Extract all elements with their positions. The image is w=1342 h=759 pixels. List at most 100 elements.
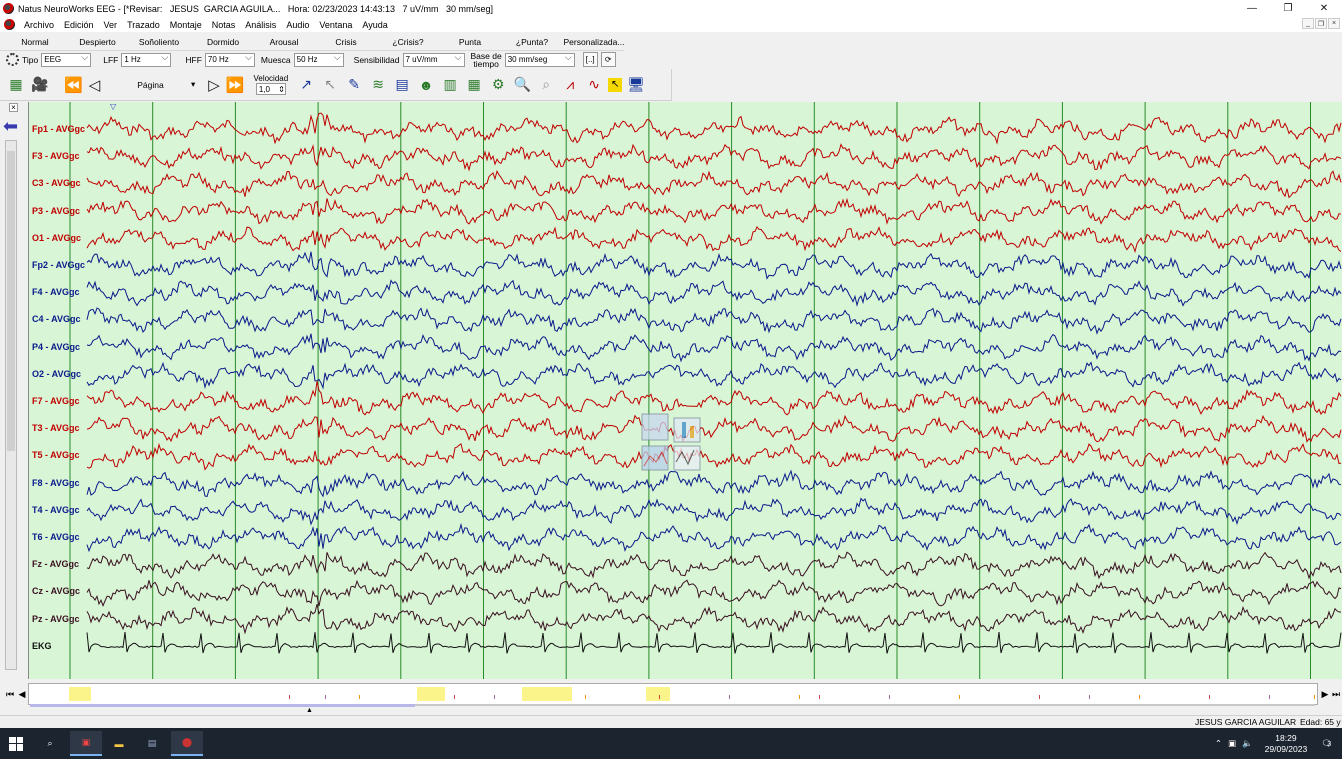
channel-label[interactable]: EKG [32,641,52,651]
volume-icon[interactable]: 🔈 [1242,738,1253,749]
minimize-button[interactable]: — [1234,0,1270,17]
menu-edicion[interactable]: Edición [59,20,99,30]
step-back-icon[interactable]: ◁ [89,76,101,94]
preset-sonoliento[interactable]: Soñoliento [125,34,193,50]
event-marker-icon[interactable]: ▽ [110,102,116,111]
settings-device-icon[interactable]: ⚙ [488,75,508,95]
channel-label[interactable]: O2 - AVGgc [32,369,81,379]
video-camera-icon[interactable]: 🎥 [30,75,50,95]
people-icon[interactable]: ☻ [416,75,436,95]
channel-label[interactable]: F7 - AVGgc [32,396,80,406]
menu-ver[interactable]: Ver [99,20,123,30]
file-explorer-icon[interactable]: ▬ [103,731,135,756]
timeline-event-tick[interactable] [819,695,820,699]
menu-ayuda[interactable]: Ayuda [357,20,392,30]
preset-normal[interactable]: Normal [0,34,70,50]
channel-label[interactable]: T4 - AVGgc [32,505,80,515]
preset-crisis[interactable]: Crisis [315,34,377,50]
channel-label[interactable]: Fz - AVGgc [32,559,79,569]
mdi-restore-button[interactable]: ❐ [1315,18,1327,29]
menu-notas[interactable]: Notas [207,20,241,30]
timeline-event-tick[interactable] [1269,695,1270,699]
channel-label[interactable]: C4 - AVGgc [32,314,81,324]
timeline-event-tick[interactable] [1039,695,1040,699]
network-icon[interactable]: ▣ [1228,738,1236,749]
document-icon[interactable] [4,19,15,30]
notifications-icon[interactable]: 🗨 3 [1321,738,1332,749]
preset-personalizada[interactable]: Personalizada... [563,34,625,50]
menu-ventana[interactable]: Ventana [314,20,357,30]
channel-label[interactable]: P3 - AVGgc [32,206,80,216]
close-button[interactable]: ✕ [1306,0,1342,17]
channel-label[interactable]: T5 - AVGgc [32,450,80,460]
back-arrow-icon[interactable]: ⬅ [3,116,18,137]
preset-punta[interactable]: Punta [439,34,501,50]
preset-crisis-question[interactable]: ¿Crisis? [377,34,439,50]
timeline-event-segment[interactable] [522,687,572,701]
fast-forward-icon[interactable]: ⏩ [226,76,245,94]
rewind-icon[interactable]: ⏪ [64,76,83,94]
mdi-close-button[interactable]: × [1328,18,1340,29]
hff-select[interactable]: 70 Hz [204,52,255,67]
menu-archivo[interactable]: Archivo [19,20,59,30]
channel-label[interactable]: C3 - AVGgc [32,178,81,188]
preset-despierto[interactable]: Despierto [70,34,125,50]
channel-label[interactable]: Cz - AVGgc [32,586,80,596]
pointer-highlight-icon[interactable]: ↖ [608,77,623,92]
vertical-scrollbar[interactable] [5,140,17,670]
taskbar-app-icon[interactable]: ▤ [136,731,168,756]
step-forward-icon[interactable]: ▷ [208,76,220,94]
timeline-event-tick[interactable] [585,695,586,699]
channel-label[interactable]: Fp2 - AVGgc [32,260,85,270]
channel-label[interactable]: T6 - AVGgc [32,532,80,542]
timeline-event-tick[interactable] [1314,695,1315,699]
refresh-icon[interactable]: ⟳ [600,52,616,67]
timeline-position-marker-icon[interactable]: ▲ [306,707,313,714]
timeline-event-tick[interactable] [1089,695,1090,699]
channel-label[interactable]: Fp1 - AVGgc [32,124,85,134]
timeline-event-tick[interactable] [799,695,800,699]
annotation-icon[interactable]: ✎ [344,75,364,95]
timeline-event-tick[interactable] [1209,695,1210,699]
menu-analisis[interactable]: Análisis [240,20,281,30]
spike-detect-icon[interactable]: ⩘ [560,75,580,95]
timeline-event-tick[interactable] [289,695,290,699]
channel-label[interactable]: F3 - AVGgc [32,151,80,161]
pagina-dropdown[interactable]: Página ▾ [109,77,199,93]
taskbar-eeg-app-icon[interactable]: ▣ [70,731,102,756]
timeline-event-tick[interactable] [359,695,360,699]
panel-close-icon[interactable]: × [9,103,18,112]
restore-button[interactable]: ❐ [1270,0,1306,17]
zoom-out-icon[interactable]: ⌕ [536,75,556,95]
timeline-event-segment[interactable] [646,687,670,701]
timeline-event-tick[interactable] [325,695,326,699]
gear-icon[interactable] [6,53,19,66]
scroll-thumb[interactable] [7,151,15,451]
waveform-icon[interactable]: ∿ [584,75,604,95]
menu-audio[interactable]: Audio [281,20,314,30]
preset-dormido[interactable]: Dormido [193,34,253,50]
timeline-event-segment[interactable] [417,687,445,701]
preset-punta-question[interactable]: ¿Punta? [501,34,563,50]
timeline-event-segment[interactable] [69,687,91,701]
layout-icon[interactable]: ▤ [392,75,412,95]
timeline-event-tick[interactable] [959,695,960,699]
tray-chevron-icon[interactable]: ⌃ [1215,738,1222,749]
montage-list-icon[interactable]: ▦ [464,75,484,95]
channel-label[interactable]: O1 - AVGgc [32,233,81,243]
timeline-event-tick[interactable] [659,695,660,699]
timeline-event-tick[interactable] [454,695,455,699]
channel-label[interactable]: F4 - AVGgc [32,287,80,297]
cursor-play-icon[interactable]: ↗ [296,75,316,95]
bracket-button[interactable]: [..] [582,52,598,67]
timeline-prev-icon[interactable]: ◀ [15,685,29,703]
grid-montage-icon[interactable]: ▦ [6,75,26,95]
timeline-event-tick[interactable] [889,695,890,699]
channels-icon[interactable]: ≋ [368,75,388,95]
mdi-minimize-button[interactable]: _ [1302,18,1314,29]
menu-montaje[interactable]: Montaje [165,20,207,30]
search-icon[interactable]: ⌕ [34,731,66,756]
sensibilidad-select[interactable]: 7 uV/mm [402,52,465,67]
timeline-end-icon[interactable]: ⏭ [1329,685,1342,703]
cursor-marker-icon[interactable]: ↖ [320,75,340,95]
